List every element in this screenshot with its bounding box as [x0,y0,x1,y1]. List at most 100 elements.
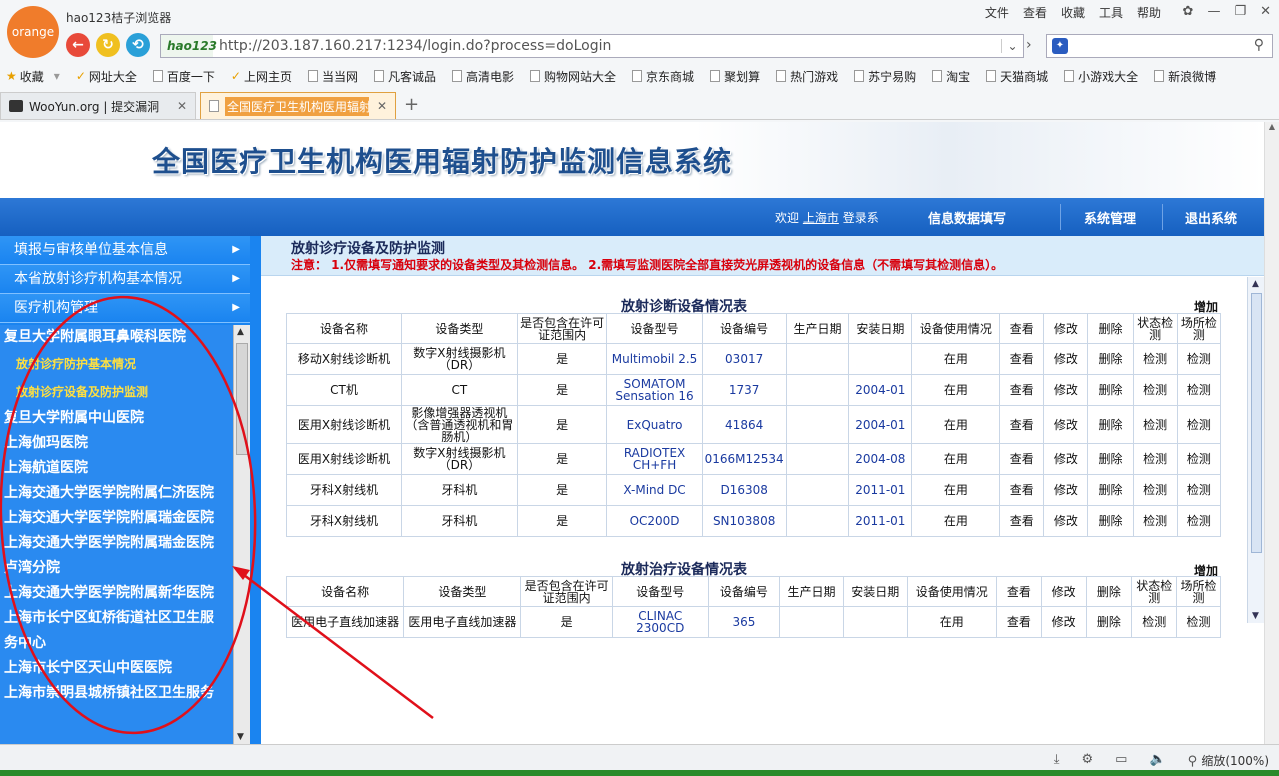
menu-help[interactable]: 帮助 [1137,4,1161,21]
view-link[interactable]: 查看 [999,443,1045,475]
status-check-link[interactable]: 检测 [1132,505,1178,537]
minimize-icon[interactable]: — [1207,4,1220,19]
close-window-icon[interactable]: ✕ [1260,4,1271,19]
maximize-icon[interactable]: ❐ [1234,4,1246,19]
nav-logout[interactable]: 退出系统 [1185,208,1237,227]
delete-link[interactable]: 删除 [1087,405,1134,444]
bookmark-item[interactable]: 百度一下 [152,68,215,85]
scroll-up-icon[interactable]: ▲ [1265,122,1279,131]
page-scrollbar[interactable]: ▲ [1264,122,1279,744]
site-check-link[interactable]: 检测 [1176,343,1222,375]
status-check-link[interactable]: 检测 [1132,443,1178,475]
refresh-icon[interactable]: ↻ [96,33,120,57]
bookmark-item[interactable]: 京东商城 [632,68,694,85]
scroll-thumb[interactable] [1251,293,1262,553]
bookmark-item[interactable]: 苏宁易购 [854,68,916,85]
site-check-link[interactable]: 检测 [1176,606,1221,638]
site-check-link[interactable]: 检测 [1176,505,1222,537]
view-link[interactable]: 查看 [999,343,1045,375]
back-icon[interactable]: ← [66,33,90,57]
menu-favorites[interactable]: 收藏 [1061,4,1085,21]
tree-hospital-item[interactable]: 务中心 [0,631,233,656]
delete-link[interactable]: 删除 [1085,606,1133,638]
status-check-link[interactable]: 检测 [1131,606,1178,638]
nav-data-entry[interactable]: 信息数据填写 [928,208,1006,227]
edit-link[interactable]: 修改 [1040,606,1087,638]
tree-hospital-item[interactable]: 上海交通大学医学院附属瑞金医院 [0,506,233,531]
tree-hospital-item[interactable]: 上海市长宁区天山中医医院 [0,656,233,681]
tree-hospital-item[interactable]: 上海交通大学医学院附属新华医院 [0,581,233,606]
new-tab-icon[interactable]: + [404,92,419,119]
edit-link[interactable]: 修改 [1043,474,1089,506]
bookmark-item[interactable]: 购物网站大全 [530,68,616,85]
delete-link[interactable]: 删除 [1087,443,1134,475]
edit-link[interactable]: 修改 [1043,443,1089,475]
tree-hospital-item[interactable]: 上海交通大学医学院附属瑞金医院 [0,531,233,556]
welcome-city-link[interactable]: 上海市 [803,211,839,225]
view-link[interactable]: 查看 [999,405,1045,444]
bookmark-item[interactable]: 凡客诚品 [374,68,436,85]
menu-tools[interactable]: 工具 [1099,4,1123,21]
baidu-paw-icon[interactable]: ✦ [1052,38,1068,54]
view-link[interactable]: 查看 [999,474,1045,506]
url-dropdown-icon[interactable]: ⌄ [1001,39,1023,53]
address-bar[interactable]: hao123 http://203.187.160.217:1234/login… [160,34,1024,58]
tree-hospital-item[interactable]: 卢湾分院 [0,556,233,581]
tree-hospital-item[interactable]: 上海市崇明县城桥镇社区卫生服务 [0,681,233,706]
tree-hospital-item[interactable]: 上海市长宁区虹桥街道社区卫生服 [0,606,233,631]
delete-link[interactable]: 删除 [1087,374,1134,406]
zoom-control[interactable]: ⚲ 缩放(100%) [1188,752,1269,769]
view-link[interactable]: 查看 [999,505,1045,537]
close-tab-icon[interactable]: ✕ [377,99,387,113]
nav-system-admin[interactable]: 系统管理 [1084,208,1136,227]
site-check-link[interactable]: 检测 [1176,443,1222,475]
scroll-down-icon[interactable]: ▼ [237,732,244,742]
edit-link[interactable]: 修改 [1043,374,1089,406]
tab-current[interactable]: 全国医疗卫生机构医用辐射防 ✕ [200,92,396,119]
site-check-link[interactable]: 检测 [1176,374,1222,406]
status-check-link[interactable]: 检测 [1132,405,1178,444]
bookmark-item[interactable]: ✓ 网址大全 [76,68,137,85]
tree-subitem[interactable]: 放射诊疗设备及防护监测 [0,378,233,406]
menu-view[interactable]: 查看 [1023,4,1047,21]
delete-link[interactable]: 删除 [1087,343,1134,375]
skin-icon[interactable]: ✿ [1183,4,1194,19]
bookmark-item[interactable]: 热门游戏 [776,68,838,85]
view-link[interactable]: 查看 [999,374,1045,406]
edit-link[interactable]: 修改 [1043,343,1089,375]
download-icon[interactable]: ⤓ [1054,752,1060,769]
scroll-up-icon[interactable]: ▲ [237,327,244,337]
bookmark-item[interactable]: 当当网 [307,68,358,85]
scroll-up-icon[interactable]: ▲ [1252,279,1259,289]
home-icon[interactable]: ⟲ [126,33,150,57]
site-check-link[interactable]: 检测 [1176,405,1222,444]
scroll-thumb[interactable] [236,343,248,455]
bookmark-item[interactable]: 淘宝 [932,68,970,85]
volume-icon[interactable]: 🔈 [1149,752,1165,769]
frame-divider[interactable] [250,236,261,744]
tree-hospital-item[interactable]: 上海交通大学医学院附属仁济医院 [0,481,233,506]
tree-hospital-item[interactable]: 复旦大学附属眼耳鼻喉科医院 [0,325,233,350]
bookmark-item[interactable]: 新浪微博 [1154,68,1216,85]
edit-link[interactable]: 修改 [1043,505,1089,537]
tree-subitem[interactable]: 放射诊疗防护基本情况 [0,350,233,378]
sidebar-menu-institution-admin[interactable]: 医疗机构管理 ▶ [0,294,250,323]
view-link[interactable]: 查看 [995,606,1042,638]
sidebar-menu-unit-info[interactable]: 填报与审核单位基本信息 ▶ [0,236,250,265]
tree-hospital-item[interactable]: 复旦大学附属中山医院 [0,406,233,431]
site-check-link[interactable]: 检测 [1176,474,1222,506]
delete-link[interactable]: 删除 [1087,505,1134,537]
go-icon[interactable]: › [1026,37,1032,53]
sidebar-menu-province-info[interactable]: 本省放射诊疗机构基本情况 ▶ [0,265,250,294]
edit-link[interactable]: 修改 [1043,405,1089,444]
tree-hospital-item[interactable]: 上海伽玛医院 [0,431,233,456]
sidebar-scrollbar[interactable]: ▲ ▼ [233,325,250,744]
tab-wooyun[interactable]: WooYun.org | 提交漏洞 ✕ [0,92,196,119]
url-text[interactable]: http://203.187.160.217:1234/login.do?pro… [213,38,1001,54]
bookmark-item[interactable]: ✓ 上网主页 [231,68,292,85]
status-check-link[interactable]: 检测 [1132,343,1178,375]
bookmark-item[interactable]: 小游戏大全 [1064,68,1138,85]
tree-hospital-item[interactable]: 上海航道医院 [0,456,233,481]
status-check-link[interactable]: 检测 [1132,374,1178,406]
bookmark-item[interactable]: 高清电影 [452,68,514,85]
